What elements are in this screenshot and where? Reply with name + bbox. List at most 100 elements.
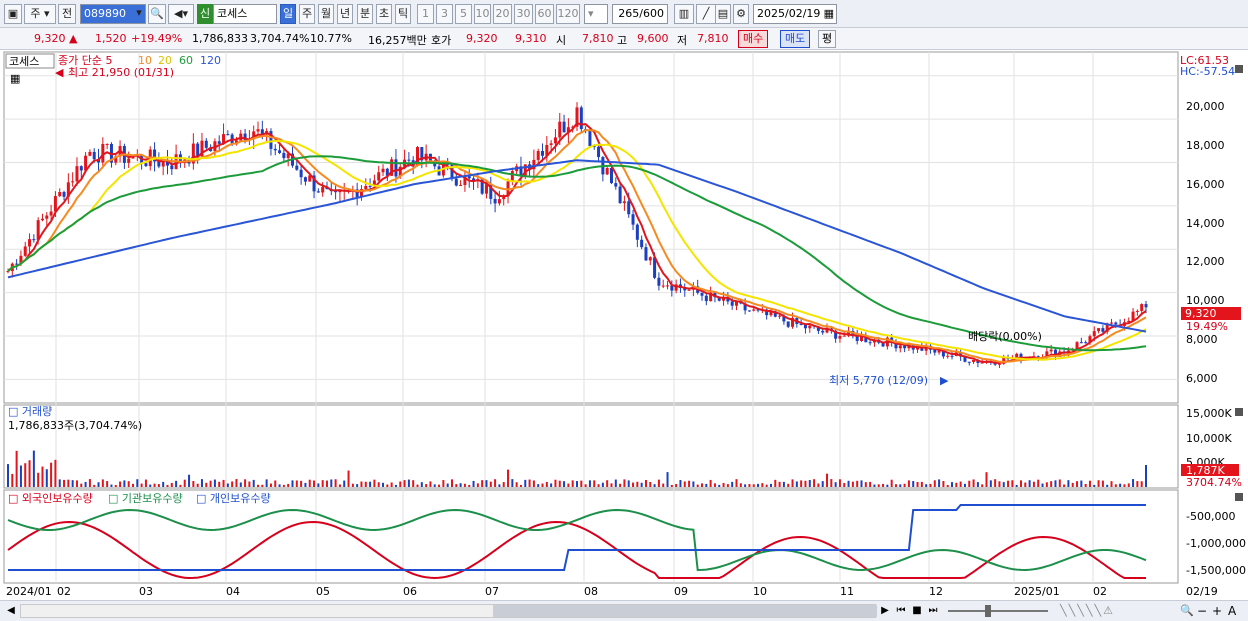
hold-y-tick: -1,000,000 — [1186, 537, 1246, 550]
gear-icon[interactable]: ⚙ — [733, 4, 749, 24]
candle-body — [303, 177, 307, 182]
candle-body — [700, 292, 704, 296]
num-20[interactable]: 20 — [493, 4, 512, 24]
forward-icon[interactable]: ⏭ — [926, 603, 940, 619]
scroll-right-icon[interactable]: ▶ — [878, 603, 892, 619]
num-10[interactable]: 10 — [474, 4, 491, 24]
num-120[interactable]: 120 — [556, 4, 580, 24]
candle-body — [497, 199, 501, 204]
volume-bar — [576, 481, 578, 487]
scroll-left-icon[interactable]: ◀ — [4, 603, 18, 619]
vol-panel-close-icon[interactable] — [1235, 408, 1243, 416]
volume-bar — [364, 481, 367, 487]
volume-bar — [1067, 480, 1070, 487]
buy-button[interactable]: 매수 — [738, 30, 769, 48]
font-size-icon[interactable]: A — [1228, 603, 1242, 619]
volume-bar — [321, 480, 324, 487]
x-tick: 05 — [316, 585, 330, 598]
hold-panel-close-icon[interactable] — [1235, 493, 1243, 501]
scrollbar-thumb[interactable] — [493, 605, 877, 617]
sell-button[interactable]: 매도 — [780, 30, 811, 48]
candle-body — [170, 165, 174, 170]
volume-bar — [817, 483, 820, 487]
draw-icon[interactable]: ╱ — [696, 4, 716, 24]
candle-body — [622, 201, 626, 204]
volume-bar — [304, 482, 307, 487]
y-tick: 18,000 — [1186, 139, 1225, 152]
interval-month[interactable]: 월 — [318, 4, 334, 24]
zoom-slider-handle[interactable] — [985, 605, 991, 617]
interval-week[interactable]: 주 — [299, 4, 315, 24]
volume-bar — [739, 483, 742, 487]
avg-button[interactable]: 평 — [818, 30, 837, 48]
volume-bar — [1019, 480, 1022, 487]
save-icon[interactable]: ▤ — [715, 4, 731, 24]
volume-bar — [558, 480, 561, 487]
stop-icon[interactable]: ■ — [910, 603, 924, 619]
volume-bar — [450, 479, 453, 487]
volume-bar — [821, 481, 824, 487]
candle-body — [640, 239, 644, 248]
speaker-icon[interactable]: ◀▾ — [168, 4, 194, 24]
interval-year[interactable]: 년 — [337, 4, 353, 24]
num-30[interactable]: 30 — [514, 4, 533, 24]
volume-bar — [313, 480, 316, 487]
candle-body — [661, 285, 665, 287]
volume-bar — [925, 484, 928, 487]
volume-bar — [705, 483, 708, 487]
volume-bar — [71, 480, 74, 487]
volume-bar — [709, 479, 712, 487]
period-button[interactable]: 전 — [58, 4, 76, 24]
grid-toggle-icon[interactable]: ▦ — [10, 72, 20, 85]
interval-minute[interactable]: 분 — [357, 4, 373, 24]
window-icon[interactable]: ▣ — [4, 4, 22, 24]
scrollbar-track[interactable] — [20, 604, 877, 618]
type-dropdown[interactable]: 주 ▾ — [24, 4, 56, 24]
volume-bar — [1132, 479, 1135, 487]
interval-tick[interactable]: 틱 — [395, 4, 411, 24]
price-panel-close-icon[interactable] — [1235, 65, 1243, 73]
num-5[interactable]: 5 — [455, 4, 472, 24]
candle-body — [614, 183, 618, 187]
candle-body — [459, 184, 463, 186]
date-field[interactable]: 2025/02/19 ▦ — [753, 4, 837, 24]
volume-bar — [511, 479, 514, 487]
zoom-slider[interactable] — [948, 610, 1048, 612]
candle-body — [627, 201, 631, 215]
interval-second[interactable]: 초 — [376, 4, 392, 24]
interval-day[interactable]: 일 — [280, 4, 296, 24]
volume-bar — [757, 483, 760, 487]
x-tick: 08 — [584, 585, 598, 598]
volume-bar — [787, 483, 790, 487]
zoom-in-icon[interactable]: + — [1212, 603, 1224, 619]
candle-body — [1144, 304, 1148, 308]
calendar-icon[interactable]: ▦ — [824, 5, 834, 23]
candle-body — [377, 172, 381, 181]
zoom-icon[interactable]: 🔍 — [1180, 603, 1194, 619]
num-1[interactable]: 1 — [417, 4, 434, 24]
search-icon[interactable]: 🔍 — [148, 4, 166, 24]
num-60[interactable]: 60 — [535, 4, 554, 24]
volume-bar — [63, 479, 66, 487]
candle-body — [605, 168, 609, 175]
custom-period-dropdown[interactable]: ▾ — [584, 4, 608, 24]
volume-bar — [649, 481, 652, 487]
candle-body — [730, 301, 734, 306]
count-field[interactable]: 265/600 — [612, 4, 668, 24]
stock-name-field[interactable]: 코세스 — [213, 4, 277, 24]
volume-bar — [774, 479, 777, 487]
volume-bar — [334, 479, 337, 487]
num-3[interactable]: 3 — [436, 4, 453, 24]
drawing-tools-icon[interactable]: ╲╲╲╲╲⚠ — [1060, 603, 1180, 619]
volume-bar — [519, 484, 522, 487]
indicator-icon[interactable]: ▥ — [674, 4, 694, 24]
x-tick: 12 — [929, 585, 943, 598]
rewind-icon[interactable]: ⏮ — [894, 603, 908, 619]
chevron-down-icon[interactable]: ▾ — [132, 4, 146, 24]
volume-bar — [67, 479, 70, 487]
turnover-rate: 10.77% — [310, 32, 352, 45]
volume-bar — [541, 483, 544, 487]
zoom-out-icon[interactable]: − — [1197, 603, 1209, 619]
volume-bar — [692, 481, 695, 487]
volume-bar — [640, 482, 643, 487]
